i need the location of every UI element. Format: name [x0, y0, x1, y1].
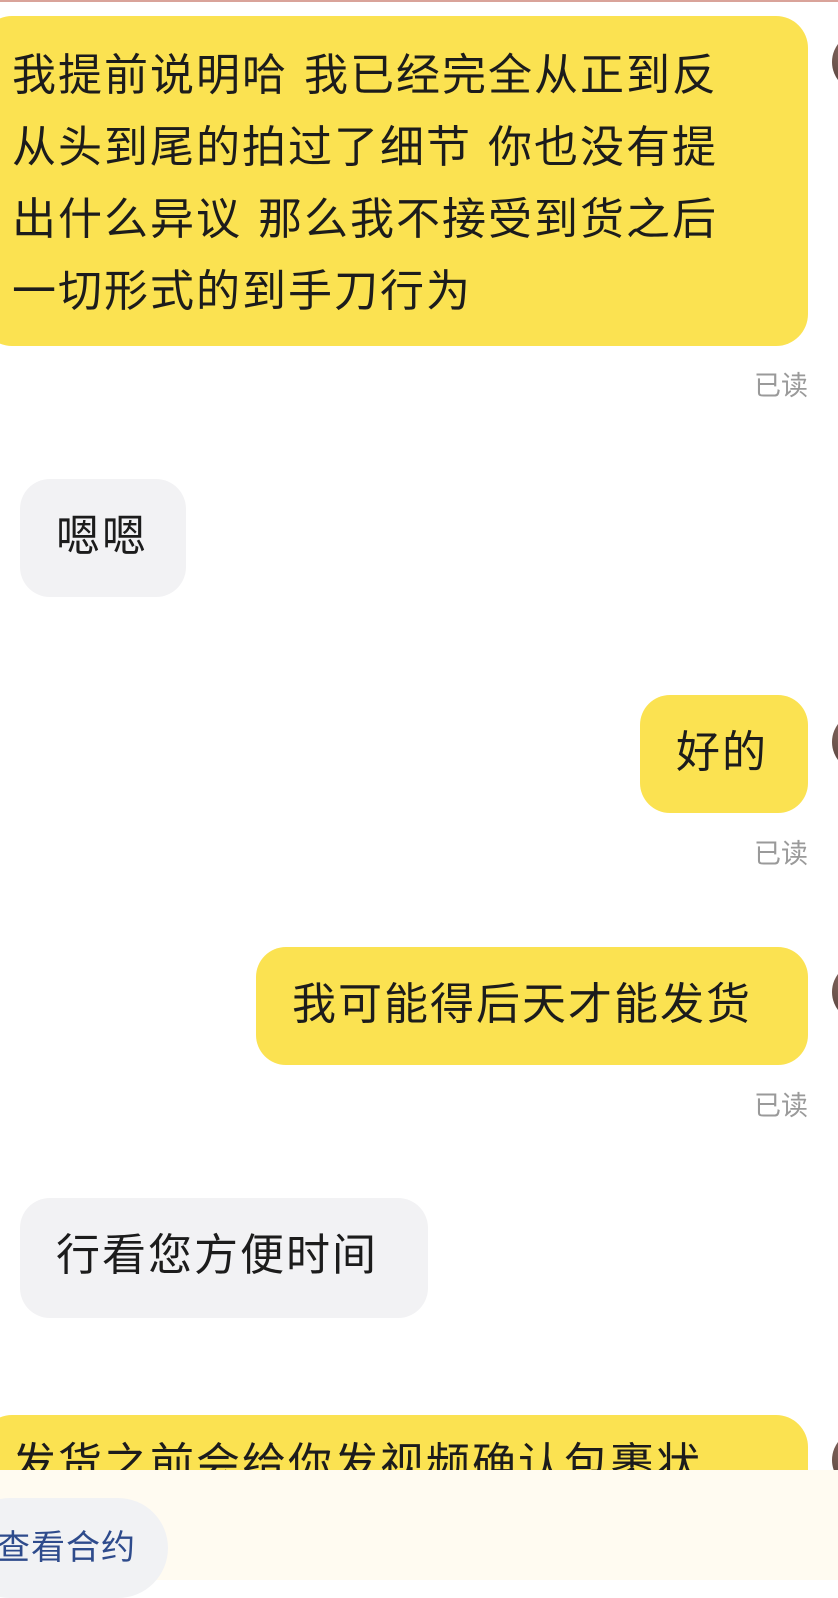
- bottom-action-bar: 查看合约: [0, 1470, 838, 1598]
- outgoing-message-bubble[interactable]: 发货之前会给你发视频确认包裹状: [0, 1415, 808, 1470]
- message-text: 我可能得后天才能发货: [292, 979, 752, 1030]
- chat-message-list[interactable]: 我提前说明哈 我已经完全从正到反 从头到尾的拍过了细节 你也没有提 出什么异议 …: [0, 0, 838, 1470]
- incoming-message-bubble[interactable]: 行看您方便时间: [20, 1198, 428, 1318]
- message-text: 发货之前会给你发视频确认包裹状: [12, 1439, 702, 1470]
- message-text: 嗯嗯: [56, 511, 148, 562]
- my-avatar[interactable]: [832, 32, 838, 92]
- incoming-message-bubble[interactable]: 嗯嗯: [20, 479, 186, 597]
- read-status: 已读: [754, 839, 808, 870]
- message-line: 出什么异议 那么我不接受到货之后: [12, 194, 718, 245]
- message-line: 从头到尾的拍过了细节 你也没有提: [12, 122, 718, 173]
- outgoing-message-bubble[interactable]: 我可能得后天才能发货: [256, 947, 808, 1065]
- my-avatar[interactable]: [832, 1430, 838, 1470]
- read-status: 已读: [754, 1091, 808, 1122]
- my-avatar[interactable]: [832, 962, 838, 1022]
- message-line: 一切形式的到手刀行为: [12, 266, 472, 317]
- view-contract-button[interactable]: 查看合约: [0, 1498, 168, 1598]
- outgoing-message-bubble[interactable]: 好的: [640, 695, 808, 813]
- read-status: 已读: [754, 371, 808, 402]
- message-text: 好的: [676, 727, 768, 778]
- message-text: 行看您方便时间: [56, 1230, 378, 1281]
- message-line: 我提前说明哈 我已经完全从正到反: [12, 50, 718, 101]
- outgoing-message-bubble[interactable]: 我提前说明哈 我已经完全从正到反 从头到尾的拍过了细节 你也没有提 出什么异议 …: [0, 16, 808, 346]
- my-avatar[interactable]: [832, 712, 838, 772]
